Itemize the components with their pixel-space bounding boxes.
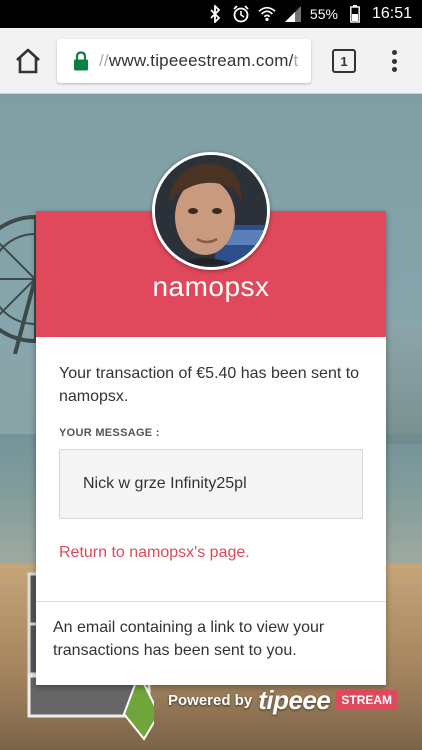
url-prefix: // — [99, 51, 109, 70]
signal-icon — [284, 5, 302, 23]
url-fade: t — [293, 51, 299, 70]
avatar — [152, 152, 270, 270]
battery-icon — [346, 5, 364, 23]
browser-toolbar: //www.tipeeestream.com/t 1 — [0, 28, 422, 94]
powered-by: Powered by tipeee STREAM — [168, 685, 398, 716]
battery-percent: 55% — [309, 6, 338, 22]
tipeee-logo[interactable]: tipeee — [258, 685, 331, 716]
address-bar[interactable]: //www.tipeeestream.com/t — [57, 39, 311, 83]
return-link[interactable]: Return to namopsx's page. — [59, 544, 250, 562]
overflow-menu-icon[interactable] — [386, 48, 402, 74]
message-label: YOUR MESSAGE : — [59, 427, 160, 439]
home-icon[interactable] — [13, 47, 43, 75]
url-main: www.tipeeestream.com/ — [108, 51, 294, 70]
wifi-icon — [258, 5, 276, 23]
url-text: //www.tipeeestream.com/t — [99, 51, 298, 71]
status-bar: 55% 16:51 — [0, 0, 422, 28]
lock-icon — [73, 51, 89, 71]
email-notice: An email containing a link to view your … — [53, 619, 325, 659]
divider — [36, 601, 386, 602]
clock: 16:51 — [371, 5, 412, 22]
tab-switcher-button[interactable]: 1 — [332, 49, 356, 73]
powered-by-label: Powered by — [168, 691, 253, 709]
message-box: Nick w grze Infinity25pl — [59, 449, 363, 519]
bluetooth-icon — [206, 5, 224, 23]
alarm-icon — [232, 5, 250, 23]
transaction-card: namopsx Your transaction of €5.40 has be… — [36, 211, 386, 685]
stream-badge: STREAM — [336, 690, 398, 710]
streamer-name: namopsx — [152, 271, 270, 302]
transaction-confirmation: Your transaction of €5.40 has been sent … — [59, 365, 360, 405]
